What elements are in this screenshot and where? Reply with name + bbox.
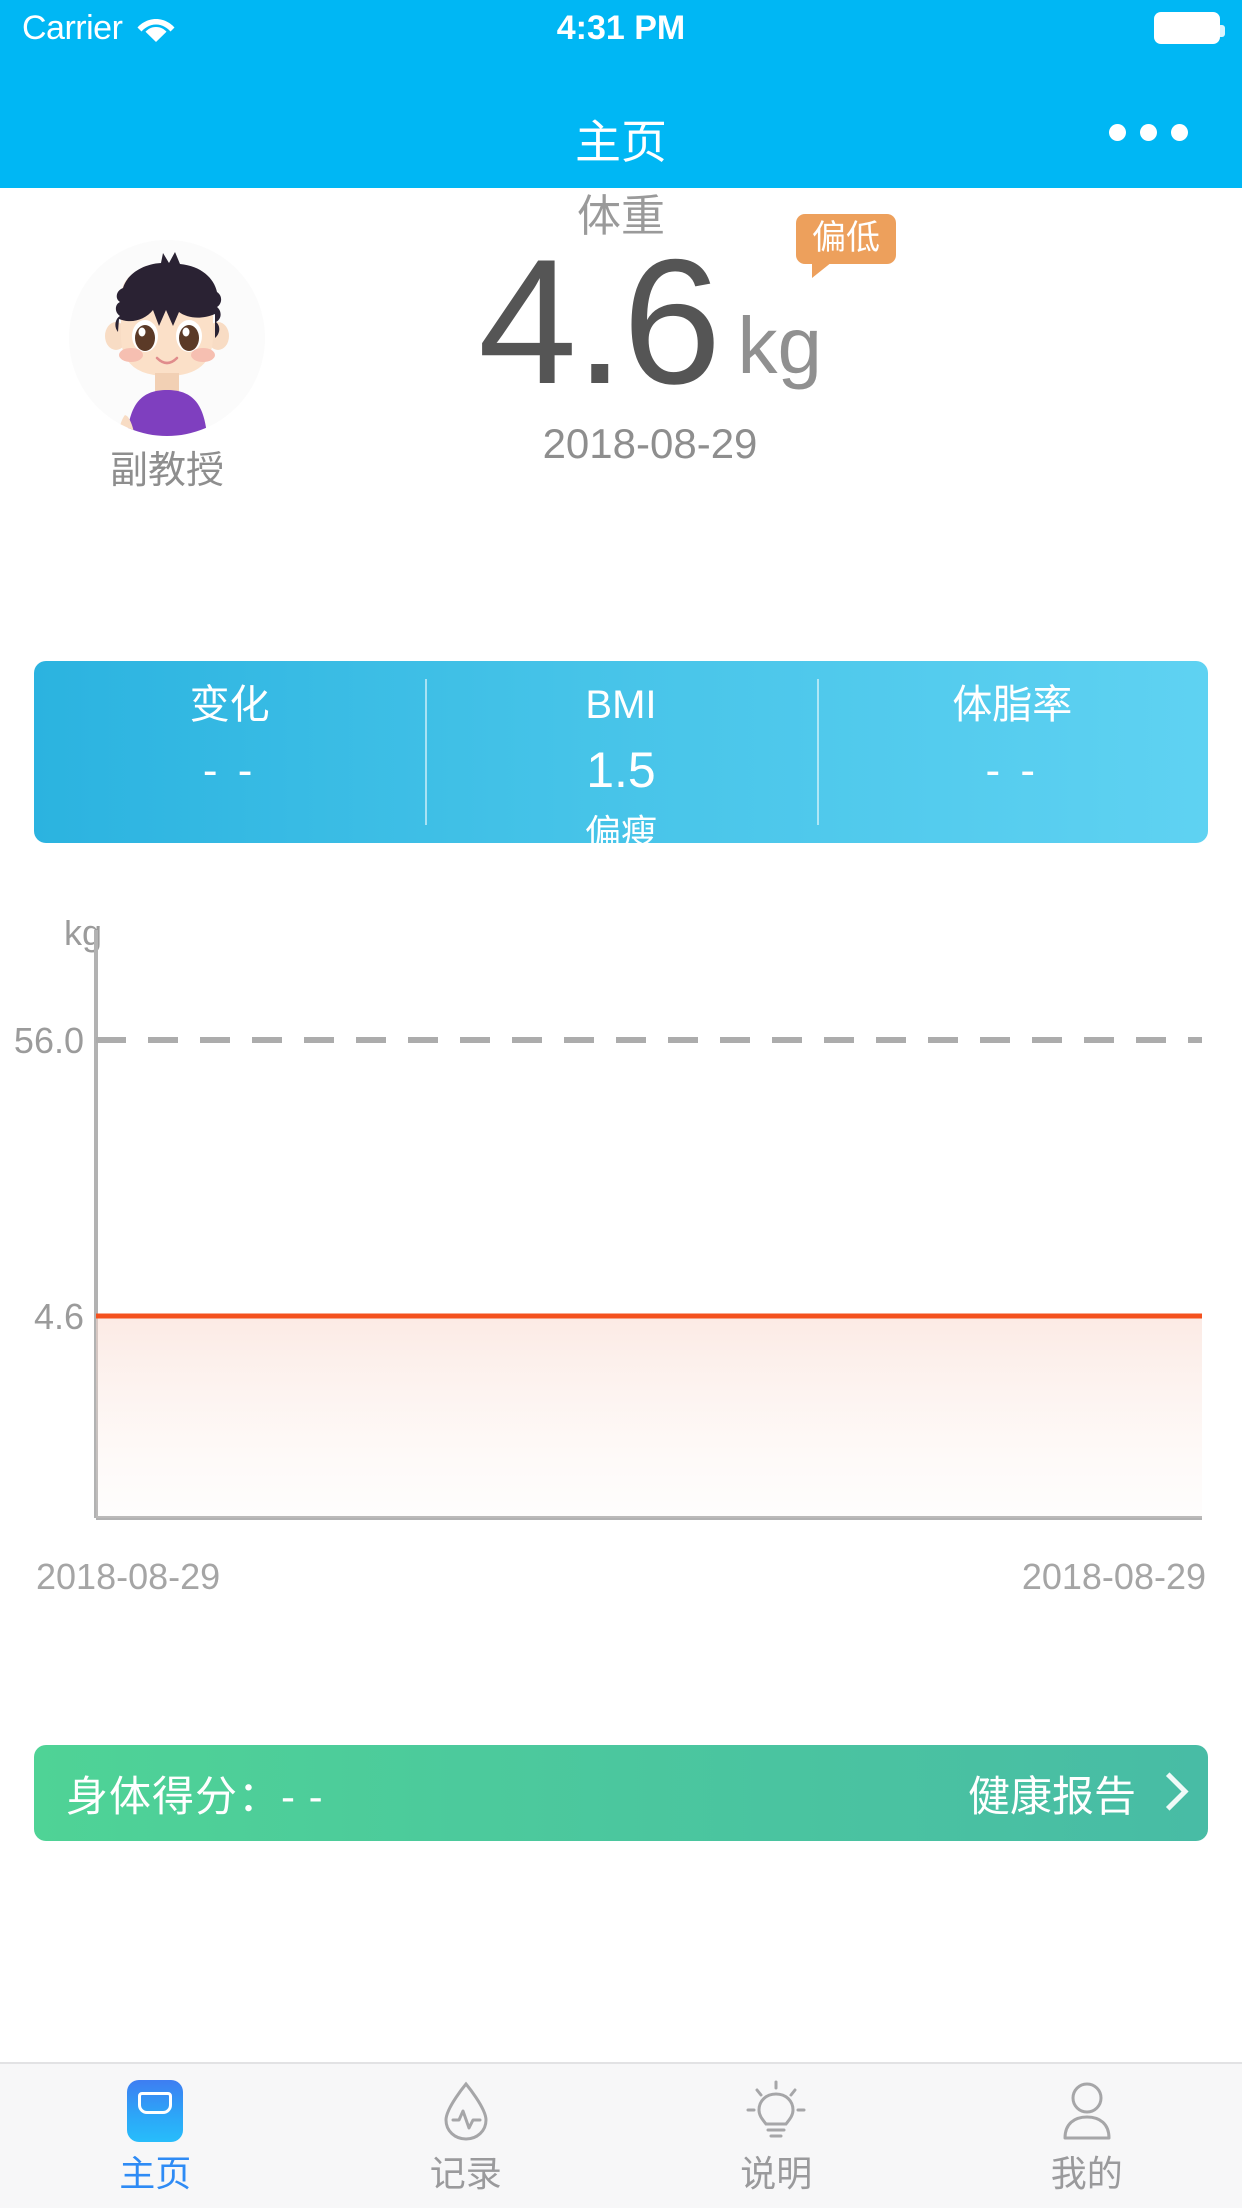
app-root: Carrier 4:31 PM 主页 体重 副教授 4.6 kg 偏低 2018…: [0, 0, 1242, 2208]
stat-bmi[interactable]: BMI 1.5 偏瘦: [425, 661, 816, 851]
weight-chart[interactable]: kg 56.0 4.6: [0, 920, 1242, 1620]
clock-label: 4:31 PM: [556, 8, 686, 47]
chart-x-label-start: 2018-08-29: [36, 1556, 221, 1597]
tab-home[interactable]: 主页: [0, 2064, 311, 2208]
body-score: 身体得分：- -: [66, 1763, 324, 1824]
tab-label: 说明: [740, 2153, 813, 2194]
body-score-label: 身体得分：: [66, 1772, 282, 1820]
stat-change[interactable]: 变化 - -: [34, 661, 425, 843]
stat-body-fat[interactable]: 体脂率 - -: [816, 661, 1208, 843]
page-title: 主页: [575, 116, 667, 168]
nav-bar: 主页: [0, 56, 1242, 188]
tab-label: 主页: [119, 2153, 192, 2194]
health-report-label: 健康报告: [967, 1772, 1136, 1820]
stats-card: 变化 - - BMI 1.5 偏瘦 体脂率 - -: [34, 661, 1208, 851]
chevron-right-icon: [1154, 1774, 1176, 1812]
weight-row: 4.6 kg 偏低: [330, 214, 970, 421]
avatar: [69, 240, 265, 436]
user-name: 副教授: [109, 450, 224, 492]
measure-date: 2018-08-29: [542, 420, 758, 467]
weight-summary: 体重 副教授 4.6 kg 偏低 2018-08-29: [0, 188, 1242, 490]
lightbulb-icon: [746, 2080, 806, 2142]
chart-y-tick-top: 56.0: [14, 1020, 84, 1061]
status-bar-right: [1154, 12, 1225, 44]
scale-icon: [127, 2080, 184, 2142]
weight-readout: 4.6 kg 偏低 2018-08-29: [330, 214, 970, 468]
weight-value: 4.6: [478, 221, 721, 421]
health-report-bar[interactable]: 身体得分：- - 健康报告: [34, 1745, 1208, 1841]
health-report-link[interactable]: 健康报告: [968, 1763, 1176, 1824]
tab-profile[interactable]: 我的: [932, 2064, 1242, 2208]
droplet-pulse-icon: [438, 2080, 494, 2142]
weight-unit: kg: [737, 301, 822, 390]
chart-area-fill: [96, 1316, 1202, 1518]
person-icon: [1059, 2080, 1115, 2142]
stat-value: 1.5: [586, 742, 656, 798]
status-badge: 偏低: [796, 214, 896, 278]
tab-records[interactable]: 记录: [311, 2064, 622, 2208]
body-score-value: - -: [281, 1772, 324, 1820]
stat-title: 体脂率: [952, 683, 1073, 727]
tab-instructions[interactable]: 说明: [621, 2064, 932, 2208]
chart-x-label-end: 2018-08-29: [1021, 1556, 1206, 1597]
stat-value: - -: [985, 746, 1040, 795]
chart-y-tick-bottom: 4.6: [34, 1296, 84, 1337]
stat-subtitle: 偏瘦: [584, 812, 657, 853]
stat-title: BMI: [585, 683, 657, 727]
more-dots-icon[interactable]: [1109, 124, 1188, 141]
tab-bar: 主页 记录 说明 我的: [0, 2062, 1242, 2208]
stat-value: - -: [202, 746, 257, 795]
battery-icon: [1154, 12, 1225, 44]
user-profile[interactable]: 副教授: [62, 240, 272, 490]
status-bar: Carrier 4:31 PM: [0, 0, 1242, 56]
tab-label: 记录: [429, 2153, 502, 2194]
stat-title: 变化: [189, 683, 270, 727]
tab-label: 我的: [1050, 2153, 1123, 2194]
chart-x-labels: 2018-08-29 2018-08-29: [0, 1556, 1242, 1598]
